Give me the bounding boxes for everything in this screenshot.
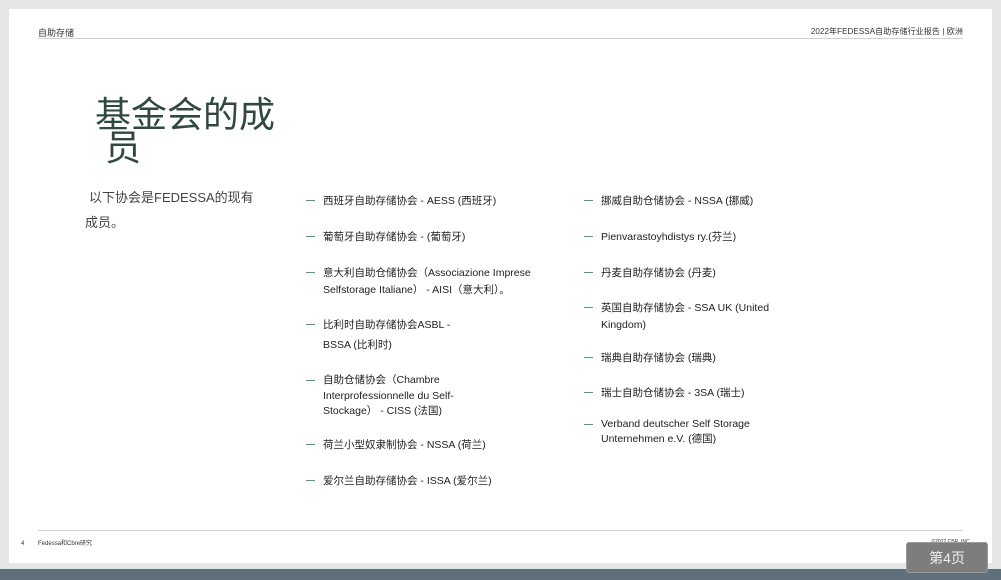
- dash-bullet-icon: [306, 444, 315, 445]
- list-item-text: 瑞士自助仓储协会 - 3SA (瑞士): [601, 387, 745, 399]
- list-item-text: Kingdom): [601, 319, 646, 331]
- list-item-text: 英国自助存储协会 - SSA UK (United: [601, 302, 770, 314]
- dash-bullet-icon: [306, 236, 315, 237]
- page-number: 4: [21, 541, 25, 547]
- list-item-text: 自助仓储协会（Chambre: [323, 374, 440, 386]
- list-item-text: 荷兰小型奴隶制协会 - NSSA (荷兰): [323, 439, 486, 451]
- page-title-line-2: 员: [105, 128, 142, 169]
- list-item-text: Stockage） - CISS (法国): [323, 405, 443, 417]
- document-page: 自助存储 2022年FEDESSA自助存储行业报告 | 欧洲 基金会的成 员 以…: [9, 9, 992, 563]
- dash-bullet-icon: [306, 380, 315, 381]
- list-item-text: Verband deutscher Self Storage: [601, 418, 750, 430]
- list-item-text: 挪威自助仓储协会 - NSSA (挪威): [601, 195, 754, 207]
- dash-bullet-icon: [584, 357, 593, 358]
- dash-bullet-icon: [584, 236, 593, 237]
- list-item-text: 瑞典自助存储协会 (瑞典): [601, 352, 716, 364]
- intro-paragraph: 以下协会是FEDESSA的现有 成员。: [85, 185, 275, 235]
- intro-line-2: 成员。: [85, 215, 125, 230]
- list-item-text: 葡萄牙自助存储协会 - (葡萄牙): [323, 231, 466, 243]
- list-item-text: 意大利自助仓储协会（Associazione Imprese: [323, 267, 531, 279]
- page-indicator-badge: 第4页: [906, 542, 988, 573]
- footer-divider: [38, 530, 963, 531]
- list-item-text: BSSA (比利时): [323, 339, 392, 351]
- dash-bullet-icon: [306, 324, 315, 325]
- dash-bullet-icon: [584, 424, 593, 425]
- list-item-text: 丹麦自助存储协会 (丹麦): [601, 267, 716, 279]
- dash-bullet-icon: [584, 272, 593, 273]
- list-item-text: 爱尔兰自助存储协会 - ISSA (爱尔兰): [323, 475, 492, 487]
- list-item-text: 西班牙自助存储协会 - AESS (西班牙): [323, 195, 497, 207]
- footer-source: Fedessa和Cbre研究: [38, 541, 93, 547]
- dash-bullet-icon: [306, 200, 315, 201]
- dash-bullet-icon: [584, 200, 593, 201]
- list-item-text: 比利时自助存储协会ASBL -: [323, 319, 451, 331]
- list-item-text: Unternehmen e.V. (德国): [601, 433, 717, 445]
- page-title: 基金会的成 员: [95, 98, 275, 169]
- list-item-text: Selfstorage Italiane） - AISI（意大利）。: [323, 284, 510, 296]
- header-divider: [38, 38, 963, 39]
- footer-left: 4 Fedessa和Cbre研究: [21, 538, 92, 547]
- dash-bullet-icon: [306, 272, 315, 273]
- dash-bullet-icon: [306, 480, 315, 481]
- header-report-title: 2022年FEDESSA自助存储行业报告 | 欧洲: [810, 27, 963, 36]
- list-item-text: Interprofessionnelle du Self-: [323, 389, 454, 402]
- intro-line-1: 以下协会是FEDESSA的现有: [89, 190, 254, 205]
- dash-bullet-icon: [584, 392, 593, 393]
- list-item-text: Pienvarastoyhdistys ry.(芬兰): [601, 231, 737, 243]
- dash-bullet-icon: [584, 307, 593, 308]
- viewer-bottom-bar: [0, 569, 1001, 580]
